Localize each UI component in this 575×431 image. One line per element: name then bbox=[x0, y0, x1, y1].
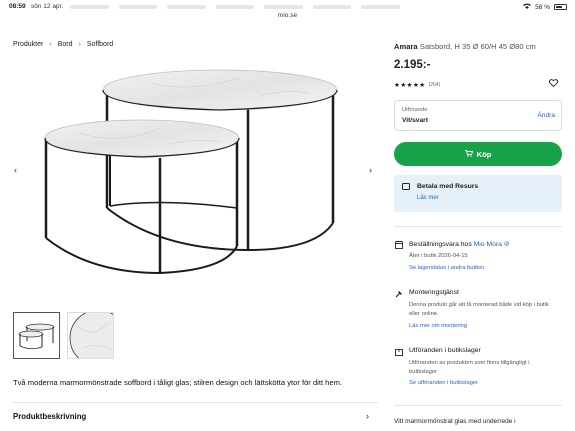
star-rating-icon: ★★★★★ bbox=[394, 82, 426, 89]
status-right: 58 % bbox=[523, 3, 567, 11]
product-long-description-preview: Vitt marmormönstrat glas med underrede i bbox=[394, 418, 516, 425]
status-time: 08:59 bbox=[9, 3, 26, 10]
variant-selector[interactable]: Utförande Vit/svart Ändra bbox=[394, 100, 562, 131]
breadcrumb-separator: › bbox=[49, 41, 52, 48]
heart-icon[interactable] bbox=[548, 79, 559, 89]
assembly-title: Monteringstjänst bbox=[409, 289, 459, 296]
resurs-payment-box: Betala med Resurs Läs mer bbox=[394, 175, 562, 212]
breadcrumb: Produkter › Bord › Soffbord bbox=[13, 41, 113, 48]
stock-status-link[interactable]: Se lagerstatus i andra butiker bbox=[409, 265, 484, 271]
wifi-icon bbox=[523, 3, 532, 11]
faded-header-nav bbox=[70, 3, 401, 11]
buy-button-label: Köp bbox=[476, 149, 492, 159]
product-short-description: Två moderna marmormönstrade soffbord i t… bbox=[13, 378, 343, 387]
resurs-read-more-link[interactable]: Läs mer bbox=[417, 195, 439, 201]
variant-value: Vit/svart bbox=[402, 117, 428, 124]
instore-title: Utföranden i butikslager bbox=[409, 347, 481, 354]
address-bar-url[interactable]: mio.se bbox=[0, 12, 575, 19]
product-image[interactable] bbox=[10, 58, 380, 290]
rating-count: (264) bbox=[428, 82, 441, 88]
product-price: 2.195:- bbox=[394, 59, 431, 71]
rating[interactable]: ★★★★★ (264) bbox=[394, 81, 440, 89]
variant-label: Utförande bbox=[402, 107, 428, 113]
box-icon bbox=[395, 348, 403, 358]
cart-icon bbox=[464, 149, 473, 159]
thumbnail-2[interactable] bbox=[67, 309, 127, 367]
product-subtitle: Satsbord, H 35 Ø 60/H 45 Ø80 cm bbox=[419, 42, 536, 51]
card-icon bbox=[402, 183, 410, 190]
instore-text: Utföranden av produkten som finns tillgä… bbox=[409, 360, 530, 375]
instore-link[interactable]: Se utföranden i butikslager bbox=[409, 380, 478, 386]
assembly-read-more-link[interactable]: Läs mer om montering bbox=[409, 323, 467, 329]
variant-change-link[interactable]: Ändra bbox=[537, 112, 555, 119]
breadcrumb-item-produkter[interactable]: Produkter bbox=[13, 41, 43, 48]
divider bbox=[394, 226, 562, 227]
product-description-toggle[interactable]: Produktbeskrivning bbox=[13, 412, 86, 421]
breadcrumb-separator: › bbox=[78, 41, 81, 48]
chevron-right-icon[interactable]: › bbox=[366, 411, 369, 421]
product-title: Amara Satsbord, H 35 Ø 60/H 45 Ø80 cm bbox=[394, 42, 536, 51]
resurs-title: Betala med Resurs bbox=[417, 183, 479, 190]
hammer-icon bbox=[395, 290, 403, 300]
divider bbox=[13, 402, 378, 403]
status-date: sön 12 apr. bbox=[31, 3, 64, 10]
battery-percent: 58 % bbox=[535, 3, 550, 11]
store-icon bbox=[394, 241, 404, 251]
breadcrumb-item-bord[interactable]: Bord bbox=[58, 41, 73, 48]
battery-icon bbox=[554, 4, 567, 10]
delivery-restock-date: Åter i butik 2026-04-15 bbox=[409, 253, 468, 259]
divider bbox=[394, 405, 562, 406]
product-name: Amara bbox=[394, 42, 418, 51]
delivery-title: Beställningsvara hos Mio Mora ⊘ bbox=[409, 240, 510, 248]
buy-button[interactable]: Köp bbox=[394, 142, 562, 166]
chevron-right-icon[interactable]: › bbox=[369, 165, 372, 175]
chevron-left-icon[interactable]: ‹ bbox=[14, 165, 17, 175]
delivery-title-prefix: Beställningsvara hos bbox=[409, 241, 472, 248]
thumbnail-1[interactable] bbox=[13, 312, 60, 359]
breadcrumb-item-soffbord[interactable]: Soffbord bbox=[87, 41, 113, 48]
delivery-store-link[interactable]: Mio Mora bbox=[474, 241, 502, 248]
check-circle-icon: ⊘ bbox=[503, 241, 510, 248]
assembly-text: Denna produkt går att få monterad både v… bbox=[409, 302, 549, 317]
